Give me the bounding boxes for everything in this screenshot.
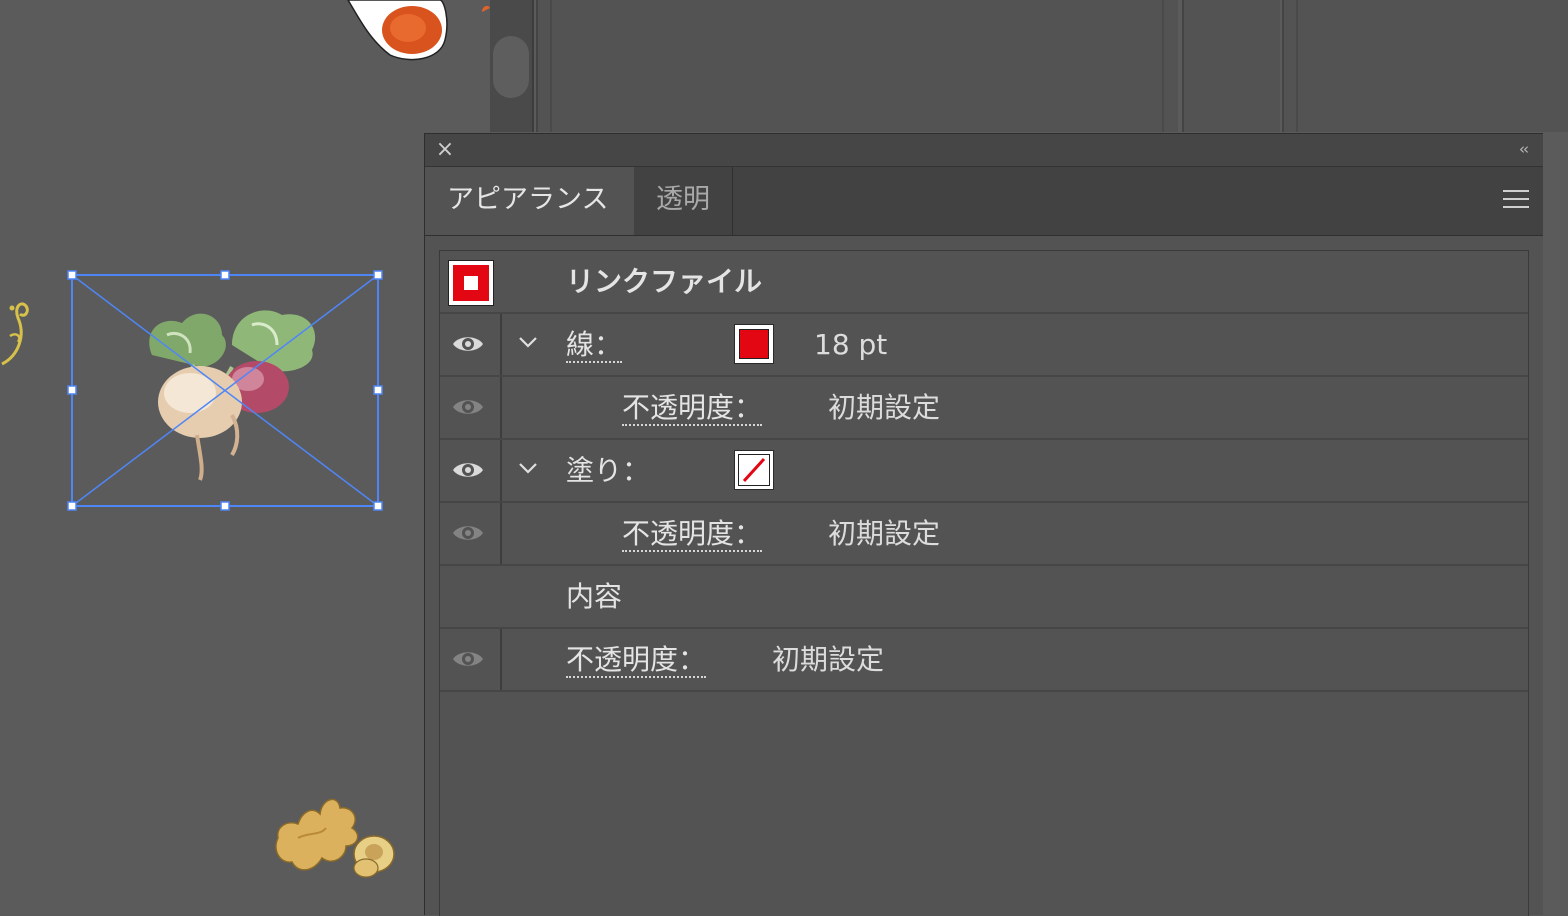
panel-title-bar[interactable]: × ‹‹: [425, 134, 1543, 167]
stroke-color-swatch[interactable]: [734, 324, 774, 364]
fill-label: 塗り：: [566, 454, 651, 487]
selected-linked-image[interactable]: [67, 270, 383, 511]
panel-tab-bar: アピアランス 透明: [425, 167, 1543, 236]
visibility-eye-icon[interactable]: [452, 458, 484, 482]
visibility-eye-icon[interactable]: [452, 332, 484, 356]
spice-spoon-illustration[interactable]: [340, 0, 460, 64]
object-title: リンクファイル: [566, 265, 763, 298]
column-divider: [500, 503, 502, 564]
spice-fragment: [482, 5, 490, 12]
fill-opacity-value: 初期設定: [828, 517, 941, 550]
visibility-eye-icon[interactable]: [452, 647, 484, 671]
column-divider: [500, 629, 502, 690]
tab-transparency[interactable]: 透明: [634, 167, 733, 235]
hamburger-menu-icon[interactable]: [1503, 190, 1529, 210]
object-opacity-value: 初期設定: [772, 643, 885, 676]
stroke-weight-value[interactable]: 18 pt: [814, 314, 887, 375]
fill-opacity-row[interactable]: 不透明度： 初期設定: [440, 503, 1528, 566]
tab-appearance[interactable]: アピアランス: [425, 167, 634, 235]
column-divider: [500, 314, 502, 375]
scrollbar-thumb[interactable]: [493, 36, 529, 98]
contents-label: 内容: [566, 580, 623, 613]
double-chevron-left-icon[interactable]: ‹‹: [1519, 140, 1529, 158]
chevron-down-icon[interactable]: [516, 330, 540, 354]
object-opacity-row[interactable]: 不透明度： 初期設定: [440, 629, 1528, 692]
appearance-attribute-list: リンクファイル 線： 18 pt 不透明度： 初期設定 塗り： 不透明度： 初期…: [439, 250, 1529, 916]
swirl-ornament[interactable]: [0, 296, 40, 368]
object-thumbnail-icon: [448, 260, 494, 306]
column-divider: [500, 377, 502, 438]
stroke-row[interactable]: 線： 18 pt: [440, 314, 1528, 377]
ginger-illustration[interactable]: [268, 788, 398, 880]
stroke-label[interactable]: 線：: [566, 330, 623, 363]
fill-opacity-label[interactable]: 不透明度：: [622, 519, 763, 552]
no-fill-slash-icon: [742, 457, 766, 483]
appearance-panel: × ‹‹ アピアランス 透明 リンクファイル 線： 18 pt 不透明度： 初期…: [424, 133, 1543, 916]
background-panel: [536, 0, 1178, 132]
fill-row[interactable]: 塗り：: [440, 440, 1528, 503]
stroke-opacity-label[interactable]: 不透明度：: [622, 393, 763, 426]
visibility-eye-icon[interactable]: [452, 395, 484, 419]
stroke-opacity-value: 初期設定: [828, 391, 941, 424]
background-panel: [1282, 0, 1568, 132]
column-divider: [500, 440, 502, 501]
visibility-eye-icon[interactable]: [452, 521, 484, 545]
chevron-down-icon[interactable]: [516, 456, 540, 480]
object-opacity-label[interactable]: 不透明度：: [566, 645, 707, 678]
turnip-illustration: [67, 270, 383, 511]
close-icon[interactable]: ×: [435, 139, 455, 161]
contents-row[interactable]: 内容: [440, 566, 1528, 629]
object-header-row[interactable]: リンクファイル: [440, 251, 1528, 314]
background-panel: [1182, 0, 1280, 132]
fill-none-swatch[interactable]: [734, 450, 774, 490]
stroke-opacity-row[interactable]: 不透明度： 初期設定: [440, 377, 1528, 440]
